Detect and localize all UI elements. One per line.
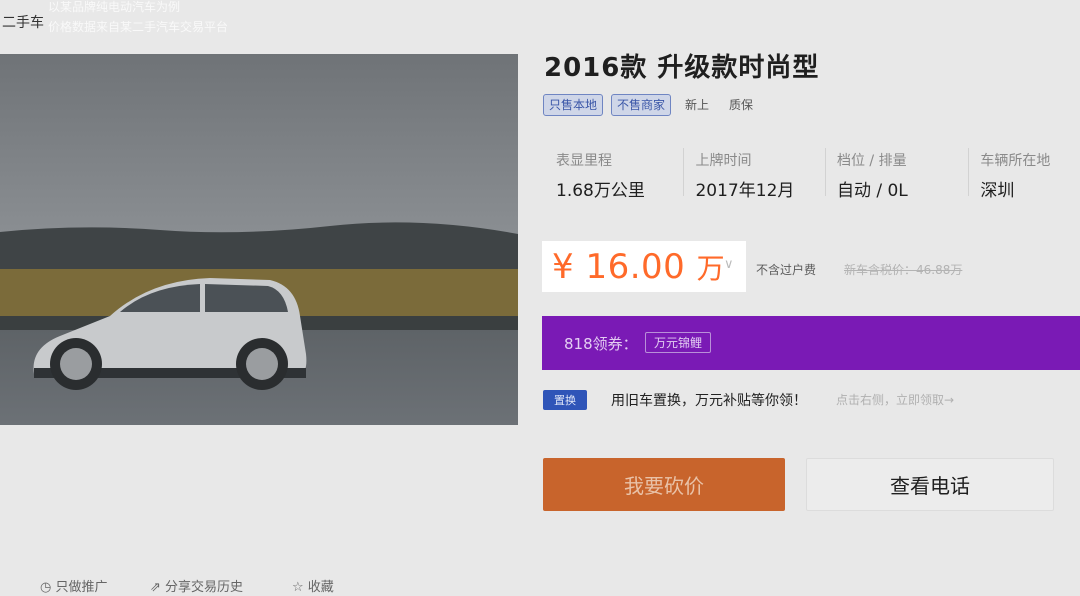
trade-in-text: 用旧车置换，万元补贴等你领！ bbox=[611, 393, 807, 409]
ad-line-1: 以某品牌纯电动汽车为例 bbox=[48, 0, 181, 14]
car-tags: 只售本地 不售商家 新上 质保 bbox=[543, 94, 759, 116]
spec-value: 深圳 bbox=[980, 181, 1015, 201]
spec-registration: 上牌时间 2017年12月 bbox=[683, 142, 824, 204]
bargain-button[interactable]: 我要砍价 bbox=[543, 458, 785, 511]
chevron-down-icon[interactable]: ∨ bbox=[724, 257, 734, 272]
trade-in-badge: 置换 bbox=[543, 390, 587, 410]
ad-banner: 以某品牌纯电动汽车为例 价格数据来自某二手汽车交易平台 bbox=[48, 0, 228, 37]
spec-transmission: 档位 / 排量 自动 / 0L bbox=[824, 142, 968, 204]
coupon-bar[interactable]: 818领券： 万元锦鲤 bbox=[542, 316, 1080, 370]
spec-label: 上牌时间 bbox=[695, 153, 752, 169]
new-car-price: 新车含税价：46.88万 bbox=[844, 263, 963, 277]
promo-action[interactable]: ◷ 只做推广 bbox=[40, 576, 108, 595]
coupon-label: 818领券： bbox=[564, 335, 638, 353]
page-header: 二手车 以某品牌纯电动汽车为例 价格数据来自某二手汽车交易平台 bbox=[0, 0, 1080, 44]
tag-no-dealer: 不售商家 bbox=[611, 94, 672, 116]
spec-list: 表显里程 1.68万公里 上牌时间 2017年12月 档位 / 排量 自动 / … bbox=[544, 142, 1080, 204]
price-unit: 万 bbox=[696, 252, 726, 285]
spec-value: 1.68万公里 bbox=[556, 181, 645, 201]
share-action-label: 分享交易历史 bbox=[165, 580, 244, 595]
ad-line-2: 价格数据来自某二手汽车交易平台 bbox=[48, 20, 229, 34]
spec-location: 车辆所在地 深圳 bbox=[968, 142, 1080, 204]
price-symbol: ¥ bbox=[552, 247, 575, 287]
star-icon: ☆ bbox=[292, 580, 304, 595]
price-note: 不含过户费 bbox=[756, 263, 817, 277]
car-title: 2016款 升级款时尚型 bbox=[544, 53, 820, 83]
coupon-chip[interactable]: 万元锦鲤 bbox=[645, 332, 712, 353]
trade-in-row: 置换 用旧车置换，万元补贴等你领！ 点击右侧，立即领取→ bbox=[543, 390, 1080, 410]
car-photo-illustration bbox=[0, 54, 518, 425]
spec-label: 表显里程 bbox=[556, 153, 612, 169]
spec-value: 自动 / 0L bbox=[836, 181, 908, 201]
tag-warranty[interactable]: 质保 bbox=[723, 95, 759, 115]
spec-value: 2017年12月 bbox=[695, 181, 795, 201]
spec-label: 档位 / 排量 bbox=[836, 153, 907, 169]
trade-in-link[interactable]: 点击右侧，立即领取→ bbox=[836, 391, 954, 408]
favorite-action[interactable]: ☆ 收藏 bbox=[292, 576, 334, 595]
price: ¥ 16.00 万 bbox=[552, 247, 725, 287]
spec-label: 车辆所在地 bbox=[980, 153, 1051, 169]
bottom-actions: ◷ 只做推广 ⇗ 分享交易历史 ☆ 收藏 bbox=[0, 576, 520, 596]
price-amount: 16.00 bbox=[585, 247, 686, 287]
price-box[interactable]: ¥ 16.00 万 ∨ bbox=[542, 241, 746, 292]
site-name[interactable]: 二手车 bbox=[2, 12, 44, 32]
share-action[interactable]: ⇗ 分享交易历史 bbox=[150, 576, 243, 595]
spec-mileage: 表显里程 1.68万公里 bbox=[544, 142, 683, 204]
favorite-action-label: 收藏 bbox=[307, 580, 334, 595]
tag-new: 新上 bbox=[685, 98, 710, 112]
car-photo[interactable] bbox=[0, 54, 518, 425]
tag-local-only: 只售本地 bbox=[543, 94, 604, 116]
view-phone-button[interactable]: 查看电话 bbox=[806, 458, 1054, 511]
clock-icon: ◷ bbox=[40, 580, 52, 595]
share-icon: ⇗ bbox=[150, 580, 161, 595]
promo-action-label: 只做推广 bbox=[55, 580, 108, 595]
